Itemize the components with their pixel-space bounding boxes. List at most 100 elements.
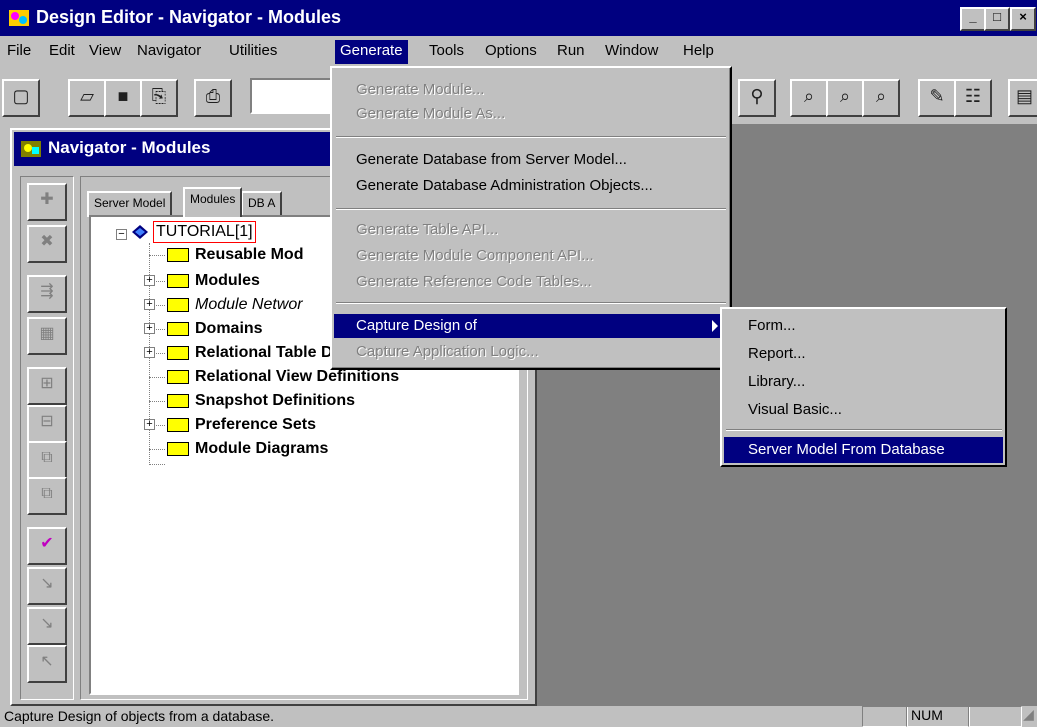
minimize-button[interactable]: _ [960, 7, 986, 31]
submenu-item-visual-basic[interactable]: Visual Basic... [724, 397, 1003, 423]
expand-toggle[interactable]: + [144, 323, 155, 334]
menu-options[interactable]: Options [480, 40, 542, 64]
find-prev-icon: ⌕ [875, 86, 887, 106]
menu-file[interactable]: File [2, 40, 36, 64]
tree-node-reusable-modules[interactable]: Reusable Mod [195, 244, 303, 266]
menu-item-label: Generate Module Component API... [356, 247, 594, 264]
folder-icon [167, 298, 189, 312]
copy-tree-button[interactable]: ▦ [27, 317, 67, 355]
menu-generate[interactable]: Generate [335, 40, 408, 64]
doc-icon: ▤ [1015, 86, 1033, 106]
submenu-item-report[interactable]: Report... [724, 341, 1003, 367]
tree-node-module-diagrams[interactable]: Module Diagrams [195, 438, 328, 460]
tree-node-preference-sets[interactable]: Preference Sets [195, 414, 316, 436]
open-button[interactable]: ▱ [68, 79, 106, 117]
window-title: Design Editor - Navigator - Modules [36, 7, 342, 27]
tree-node-domains[interactable]: Domains [195, 318, 263, 340]
cut-tree-icon: ⇶ [40, 283, 54, 300]
menu-item-capture-application-logic[interactable]: Capture Application Logic... [334, 340, 728, 364]
menu-item-generate-module-component-api[interactable]: Generate Module Component API... [334, 244, 728, 268]
menu-item-label: Library... [748, 373, 806, 390]
menu-edit[interactable]: Edit [44, 40, 80, 64]
folder-icon [167, 370, 189, 384]
find-prev-button[interactable]: ⌕ [862, 79, 900, 117]
previous-button[interactable]: ↖ [27, 645, 67, 683]
check-in-button[interactable]: ✔ [27, 527, 67, 565]
menu-item-generate-reference-code-tables[interactable]: Generate Reference Code Tables... [334, 270, 728, 294]
generate-menu: Generate Module... Generate Module As...… [330, 66, 732, 370]
app-icon [9, 10, 29, 26]
expand-button[interactable]: ⊞ [27, 367, 67, 405]
collapse-root-toggle[interactable]: − [116, 229, 127, 240]
tree-node-module-network[interactable]: Module Networ [195, 294, 303, 316]
submenu-item-library[interactable]: Library... [724, 369, 1003, 395]
title-bar: Design Editor - Navigator - Modules _ □ … [0, 0, 1037, 36]
check-out-icon: ↘ [40, 575, 54, 592]
menu-item-label: Capture Application Logic... [356, 343, 539, 360]
menu-help[interactable]: Help [678, 40, 719, 64]
menu-item-capture-design-of[interactable]: Capture Design of [334, 314, 728, 338]
resize-grip-icon[interactable]: ◢ [1020, 706, 1037, 725]
expand-toggle[interactable]: + [144, 275, 155, 286]
repository-icon [132, 225, 148, 239]
cut-tree-button[interactable]: ⇶ [27, 275, 67, 313]
expand-toggle[interactable]: + [144, 419, 155, 430]
menu-item-generate-module[interactable]: Generate Module... [334, 78, 728, 102]
close-button[interactable]: × [1010, 7, 1036, 31]
collapse-all-button[interactable]: ⧉ [27, 477, 67, 515]
zoom-button[interactable]: ⚲ [738, 79, 776, 117]
expand-toggle[interactable]: + [144, 347, 155, 358]
tree-node-modules[interactable]: Modules [195, 270, 260, 292]
menu-item-generate-database[interactable]: Generate Database from Server Model... [334, 148, 728, 172]
create-icon: ✚ [40, 191, 54, 208]
find-button[interactable]: ⌕ [790, 79, 828, 117]
menu-run[interactable]: Run [552, 40, 590, 64]
tab-modules[interactable]: Modules [183, 187, 243, 217]
vertical-toolbar: ✚ ✖ ⇶ ▦ ⊞ ⊟ ⧉ ⧉ ✔ ↘ ↘ ↖ [20, 176, 74, 700]
properties-button[interactable]: ☷ [954, 79, 992, 117]
collapse-all-icon: ⧉ [41, 485, 53, 502]
collapse-button[interactable]: ⊟ [27, 405, 67, 443]
menu-item-generate-module-as[interactable]: Generate Module As... [334, 102, 728, 126]
previous-icon: ↖ [40, 653, 54, 670]
menu-utilities[interactable]: Utilities [224, 40, 282, 64]
folder-icon [167, 418, 189, 432]
doc-button[interactable]: ▤ [1008, 79, 1037, 117]
submenu-item-form[interactable]: Form... [724, 313, 1003, 339]
maximize-button[interactable]: □ [984, 7, 1010, 31]
menu-view[interactable]: View [84, 40, 126, 64]
edit-icon: ✎ [929, 86, 945, 106]
check-out-button[interactable]: ↘ [27, 567, 67, 605]
tree-node-snapshot-definitions[interactable]: Snapshot Definitions [195, 390, 355, 412]
copy-tree-icon: ▦ [39, 325, 55, 342]
tree-line [149, 377, 165, 378]
expand-all-button[interactable]: ⧉ [27, 441, 67, 479]
expand-toggle[interactable]: + [144, 299, 155, 310]
toolbar-combo[interactable] [250, 78, 335, 114]
tree-root[interactable]: TUTORIAL[1] [153, 221, 256, 243]
create-button[interactable]: ✚ [27, 183, 67, 221]
new-button[interactable]: ▢ [2, 79, 40, 117]
menu-window[interactable]: Window [600, 40, 663, 64]
find-next-icon: ⌕ [839, 86, 851, 106]
tree-line [149, 255, 165, 256]
tab-server-model[interactable]: Server Model [87, 191, 173, 217]
find-next-button[interactable]: ⌕ [826, 79, 864, 117]
menu-item-generate-table-api[interactable]: Generate Table API... [334, 218, 728, 242]
next-button[interactable]: ↘ [27, 607, 67, 645]
menu-tools[interactable]: Tools [424, 40, 469, 64]
submenu-item-server-model-from-database[interactable]: Server Model From Database [724, 437, 1003, 463]
menu-separator [336, 208, 726, 210]
menu-item-generate-db-admin-objects[interactable]: Generate Database Administration Objects… [334, 174, 728, 198]
save-button[interactable]: ■ [104, 79, 142, 117]
save-as-button[interactable]: ⎘ [140, 79, 178, 117]
tab-db-admin[interactable]: DB A [241, 191, 283, 217]
print-button[interactable]: ⎙ [194, 79, 232, 117]
edit-button[interactable]: ✎ [918, 79, 956, 117]
collapse-icon: ⊟ [40, 413, 54, 430]
menu-item-label: Generate Module... [356, 81, 485, 98]
delete-button[interactable]: ✖ [27, 225, 67, 263]
navigator-title: Navigator - Modules [48, 138, 211, 157]
menu-navigator[interactable]: Navigator [132, 40, 206, 64]
properties-icon: ☷ [964, 86, 982, 106]
